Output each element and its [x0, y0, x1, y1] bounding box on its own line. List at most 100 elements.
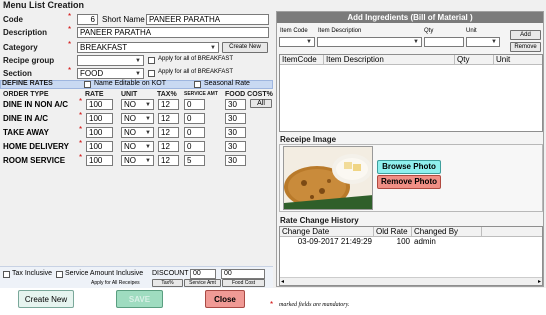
dropdown-arrow-icon: ▼ [145, 158, 151, 164]
unit-select[interactable]: NO ▼ [121, 155, 154, 166]
apply-section-checkbox[interactable] [148, 70, 155, 77]
tax-input[interactable]: 12 [158, 141, 179, 152]
rate-input[interactable]: 100 [86, 113, 113, 124]
dropdown-arrow-icon: ▼ [413, 39, 419, 45]
code-required-star: * [68, 12, 72, 21]
seasonal-rate-label: Seasonal Rate [204, 80, 250, 87]
unit-value: NO [124, 100, 136, 109]
recipe-group-select[interactable]: ▼ [77, 55, 144, 66]
short-name-input[interactable]: PANEER PARATHA [146, 14, 269, 25]
col-rate: RATE [85, 91, 104, 98]
food-cost-input[interactable]: 30 [225, 127, 246, 138]
section-required-star: * [68, 66, 72, 75]
rate-input[interactable]: 100 [86, 155, 113, 166]
history-scrollbar[interactable]: ◂ ▸ [280, 277, 542, 285]
scroll-right-icon[interactable]: ▸ [538, 278, 541, 286]
service-input[interactable]: 0 [184, 127, 205, 138]
browse-photo-button[interactable]: Browse Photo [377, 160, 441, 174]
col-order-type: ORDER TYPE [3, 91, 49, 98]
apply-all-rates-button[interactable]: All [250, 99, 272, 108]
history-col-changed-by: Changed By [412, 227, 482, 237]
food-cost-input[interactable]: 30 [225, 99, 246, 110]
service-inclusive-checkbox[interactable] [56, 271, 63, 278]
name-editable-label: Name Editable on KOT [94, 80, 166, 87]
unit-label: Unit [466, 28, 477, 34]
menu-list-creation-window: Menu List Creation Code * 6 Short Name P… [0, 0, 546, 315]
ingredients-grid[interactable]: ItemCode Item Description Qty Unit [279, 54, 543, 132]
paratha-photo-svg [284, 147, 372, 209]
discount-input-2[interactable]: 00 [221, 269, 265, 279]
service-input[interactable]: 5 [184, 155, 205, 166]
unit-value: NO [124, 156, 136, 165]
discount-input-1[interactable]: 00 [190, 269, 216, 279]
dropdown-arrow-icon: ▼ [491, 39, 497, 45]
close-button[interactable]: Close [205, 290, 245, 308]
remove-ingredient-button[interactable]: Remove [510, 42, 541, 52]
tax-inclusive-checkbox[interactable] [3, 271, 10, 278]
food-cost-input[interactable]: 30 [225, 113, 246, 124]
col-food-cost: FOOD COST% [225, 91, 273, 98]
unit-select-ingredient[interactable]: ▼ [466, 37, 500, 47]
code-input[interactable]: 6 [77, 14, 98, 25]
tax-input[interactable]: 12 [158, 113, 179, 124]
apply-tax-button[interactable]: Tax% [152, 279, 183, 287]
qty-input[interactable] [424, 37, 464, 47]
service-input[interactable]: 0 [184, 113, 205, 124]
create-new-button[interactable]: Create New [18, 290, 74, 308]
section-label: Section [3, 69, 32, 78]
service-input[interactable]: 0 [184, 141, 205, 152]
category-required-star: * [68, 40, 72, 49]
description-input[interactable]: PANEER PARATHA [77, 27, 269, 38]
scroll-left-icon[interactable]: ◂ [281, 278, 284, 286]
rate-history-title: Rate Change History [280, 216, 359, 225]
define-rates-label: DEFINE RATES [2, 80, 53, 87]
tax-input[interactable]: 12 [158, 127, 179, 138]
category-select[interactable]: BREAKFAST ▼ [77, 42, 219, 53]
add-ingredient-button[interactable]: Add [510, 30, 541, 40]
unit-select[interactable]: NO ▼ [121, 99, 154, 110]
dropdown-arrow-icon: ▼ [306, 39, 312, 45]
service-inclusive-label: Service Amount Inclusive [65, 270, 144, 277]
remove-photo-button[interactable]: Remove Photo [377, 175, 441, 189]
unit-select[interactable]: NO ▼ [121, 113, 154, 124]
rate-input[interactable]: 100 [86, 141, 113, 152]
service-input[interactable]: 0 [184, 99, 205, 110]
create-new-category-button[interactable]: Create New [222, 42, 268, 53]
item-code-label: Item Code [280, 28, 308, 34]
dropdown-arrow-icon: ▼ [135, 71, 141, 77]
history-row[interactable]: 03-09-2017 21:49:29 100 admin [280, 237, 542, 247]
description-required-star: * [68, 25, 72, 34]
tax-input[interactable]: 12 [158, 99, 179, 110]
rate-input[interactable]: 100 [86, 127, 113, 138]
grid-col-description: Item Description [324, 55, 455, 65]
dropdown-arrow-icon: ▼ [135, 58, 141, 64]
required-star: * [79, 153, 83, 162]
category-value: BREAKFAST [80, 43, 128, 52]
seasonal-rate-checkbox[interactable] [194, 81, 201, 88]
required-star: * [79, 111, 83, 120]
section-select[interactable]: FOOD ▼ [77, 68, 144, 79]
unit-select[interactable]: NO ▼ [121, 141, 154, 152]
item-code-select[interactable]: ▼ [279, 37, 315, 47]
tax-input[interactable]: 12 [158, 155, 179, 166]
short-name-label: Short Name [102, 15, 145, 24]
item-desc-select[interactable]: ▼ [317, 37, 422, 47]
apply-recipe-group-checkbox[interactable] [148, 57, 155, 64]
window-title: Menu List Creation [3, 0, 85, 10]
required-star: * [79, 97, 83, 106]
ingredients-header: Add Ingredients (Bill of Material ) [277, 12, 543, 23]
apply-service-button[interactable]: Service Amt [184, 279, 221, 287]
name-editable-checkbox[interactable] [84, 81, 91, 88]
rate-input[interactable]: 100 [86, 99, 113, 110]
dropdown-arrow-icon: ▼ [145, 144, 151, 150]
unit-select[interactable]: NO ▼ [121, 127, 154, 138]
order-type-label: ROOM SERVICE [3, 156, 66, 165]
mandatory-note: marked fields are mandatory. [279, 302, 350, 308]
description-label: Description [3, 28, 48, 37]
save-button[interactable]: SAVE [116, 290, 163, 308]
food-cost-input[interactable]: 30 [225, 141, 246, 152]
order-type-label: HOME DELIVERY [3, 142, 69, 151]
food-cost-input[interactable]: 30 [225, 155, 246, 166]
rate-history-grid[interactable]: Change Date Old Rate Changed By 03-09-20… [279, 226, 543, 286]
apply-food-cost-button[interactable]: Food Cost [222, 279, 265, 287]
